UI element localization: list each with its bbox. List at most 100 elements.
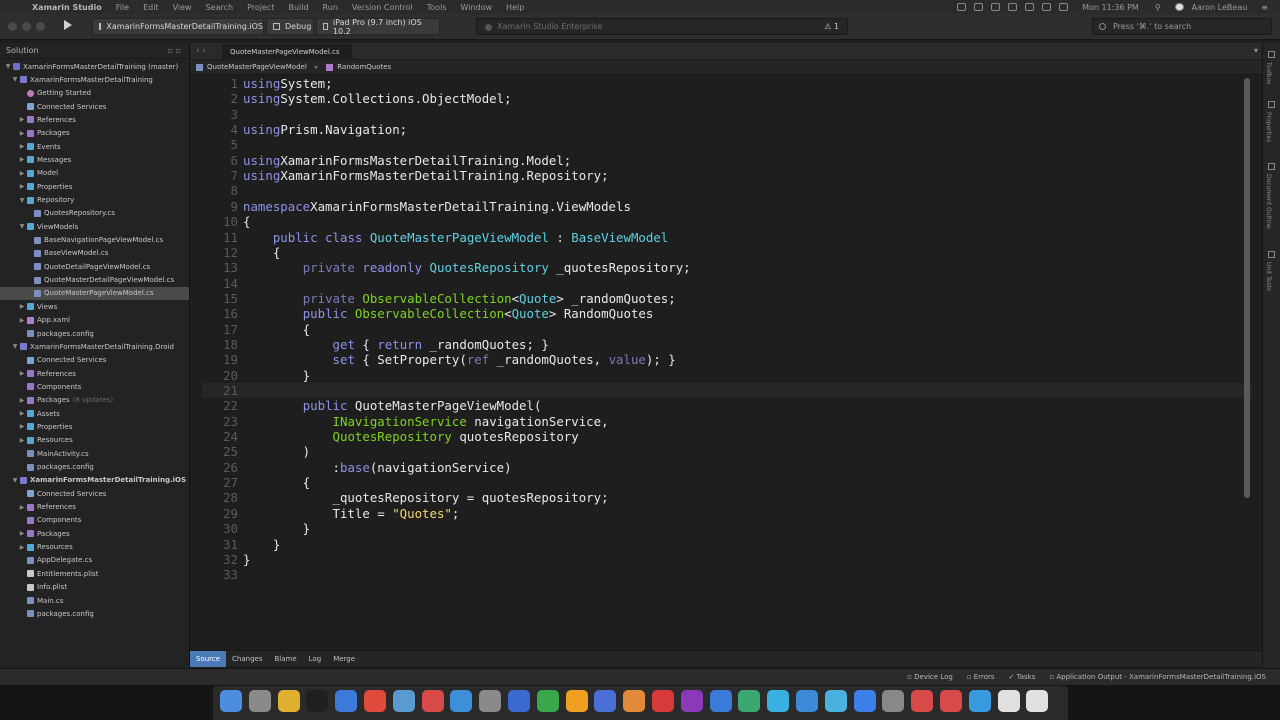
dock-app-icon[interactable] (796, 690, 818, 712)
code-line[interactable]: { (243, 245, 280, 260)
menu-edit[interactable]: Edit (143, 3, 159, 12)
tree-node[interactable]: packages.config (0, 327, 189, 340)
pad-icon[interactable] (1268, 163, 1275, 170)
collapsed-arrow-icon[interactable]: ▶ (18, 504, 26, 511)
pad-options-icon[interactable]: ▫ ▫ (168, 46, 181, 55)
code-line[interactable]: QuotesRepository quotesRepository (243, 429, 579, 444)
code-line[interactable]: public class QuoteMasterPageViewModel : … (243, 230, 668, 245)
collapsed-arrow-icon[interactable]: ▶ (18, 530, 26, 537)
tab-log[interactable]: Log (303, 651, 328, 667)
tree-node[interactable]: QuoteMasterPageViewModel.cs (0, 286, 189, 300)
tree-node[interactable]: ▶ Properties (0, 420, 189, 433)
tab-merge[interactable]: Merge (327, 651, 361, 667)
menu-help[interactable]: Help (506, 3, 524, 12)
code-line[interactable]: INavigationService navigationService, (243, 414, 609, 429)
tree-node[interactable]: ▼ ViewModels (0, 220, 189, 233)
tree-node[interactable]: QuotesRepository.cs (0, 207, 189, 220)
project-selector[interactable]: XamarinFormsMasterDetailTraining.iOS (92, 18, 264, 35)
tree-node[interactable]: packages.config (0, 461, 189, 474)
code-line[interactable]: } (243, 552, 250, 567)
collapsed-arrow-icon[interactable]: ▶ (18, 170, 26, 177)
dock-app-icon[interactable] (997, 690, 1020, 712)
code-line[interactable]: usingXamarinFormsMasterDetailTraining.Mo… (243, 153, 571, 168)
tree-node[interactable]: Getting Started (0, 87, 189, 100)
dock-app-icon[interactable] (392, 690, 415, 712)
dock-app-icon[interactable] (364, 690, 386, 712)
menu-tools[interactable]: Tools (427, 3, 447, 12)
pad-icon[interactable] (1268, 101, 1275, 108)
tree-node[interactable]: ▼ XamarinFormsMasterDetailTraining (maste… (0, 60, 189, 73)
dock-app-icon[interactable] (277, 690, 300, 712)
expanded-arrow-icon[interactable]: ▼ (18, 223, 26, 230)
tree-node[interactable]: Entitlements.plist (0, 567, 189, 580)
tree-node[interactable]: ▶ Packages (0, 527, 189, 540)
tree-node[interactable]: QuoteDetailPageViewModel.cs (0, 260, 189, 273)
dock-app-icon[interactable] (220, 690, 242, 712)
code-line[interactable]: :base(navigationService) (243, 460, 512, 475)
app-menu[interactable]: Xamarin Studio (32, 3, 102, 12)
configuration-selector[interactable]: Debug (266, 18, 314, 35)
collapsed-arrow-icon[interactable]: ▶ (18, 116, 26, 123)
code-editor[interactable]: 1 usingSystem; 2 usingSystem.Collections.Ob… (190, 75, 1252, 648)
tree-node[interactable]: BaseNavigationPageViewModel.cs (0, 234, 189, 247)
dock-app-icon[interactable] (248, 690, 271, 712)
flag-icon[interactable] (1042, 3, 1052, 11)
menu-view[interactable]: View (173, 3, 192, 12)
code-line[interactable]: usingSystem.Collections.ObjectModel; (243, 91, 512, 106)
expanded-arrow-icon[interactable]: ▼ (11, 477, 19, 484)
tree-node[interactable]: Info.plist (0, 581, 189, 594)
code-line[interactable]: usingXamarinFormsMasterDetailTraining.Re… (243, 168, 609, 183)
battery-icon[interactable] (1059, 3, 1069, 11)
dock-app-icon[interactable] (968, 690, 991, 712)
tree-node[interactable]: ▼ XamarinFormsMasterDetailTraining.Droid (0, 340, 189, 353)
tree-node[interactable]: ▼ XamarinFormsMasterDetailTraining (0, 73, 189, 86)
collapsed-arrow-icon[interactable]: ▶ (18, 130, 26, 137)
breadcrumb-class[interactable]: QuoteMasterPageViewModel (207, 63, 307, 71)
tree-node[interactable]: ▶ Packages (8 updates) (0, 394, 189, 407)
collapsed-arrow-icon[interactable]: ▶ (18, 544, 26, 551)
code-line[interactable]: set { SetProperty(ref _randomQuotes, val… (243, 352, 676, 367)
code-line[interactable]: ) (243, 444, 310, 459)
dock-app-icon[interactable] (882, 690, 905, 712)
tree-node[interactable]: Main.cs (0, 594, 189, 607)
tree-node[interactable]: AppDelegate.cs (0, 554, 189, 567)
dock-app-icon[interactable] (565, 690, 588, 712)
code-line[interactable]: } (243, 368, 310, 383)
code-line[interactable]: public ObservableCollection<Quote> Rando… (243, 306, 654, 321)
dock-app-icon[interactable] (767, 690, 790, 712)
tree-node[interactable]: QuoteMasterDetailPageViewModel.cs (0, 274, 189, 287)
tree-node[interactable]: packages.config (0, 607, 189, 620)
dock-app-icon[interactable] (421, 690, 444, 712)
tree-node[interactable]: ▶ Resources (0, 434, 189, 447)
tabs-dropdown-icon[interactable]: ▾ (1254, 46, 1258, 55)
tree-node[interactable]: Connected Services (0, 487, 189, 500)
collapsed-arrow-icon[interactable]: ▶ (18, 183, 26, 190)
code-line[interactable]: { (243, 214, 250, 229)
breadcrumb-member[interactable]: RandomQuotes (337, 63, 391, 71)
wifi-icon[interactable] (1025, 3, 1035, 11)
dock-app-icon[interactable] (709, 690, 732, 712)
menu-file[interactable]: File (116, 3, 129, 12)
tree-node[interactable]: MainActivity.cs (0, 447, 189, 460)
tab-quotemasterpageviewmodel[interactable]: QuoteMasterPageViewModel.cs (222, 44, 352, 60)
code-line[interactable]: { (243, 475, 310, 490)
tree-node[interactable]: ▶ References (0, 113, 189, 126)
expanded-arrow-icon[interactable]: ▼ (18, 197, 26, 204)
volume-icon[interactable] (1008, 3, 1018, 11)
menu-list-icon[interactable]: ≡ (1261, 3, 1268, 12)
code-line[interactable]: usingPrism.Navigation; (243, 122, 407, 137)
record-icon[interactable] (974, 3, 984, 11)
menu-window[interactable]: Window (461, 3, 493, 12)
tree-node[interactable]: Connected Services (0, 100, 189, 113)
collapsed-arrow-icon[interactable]: ▶ (18, 410, 26, 417)
code-line[interactable]: private ObservableCollection<Quote> _ran… (243, 291, 676, 306)
warning-badge[interactable]: ⚠ 1 (824, 22, 839, 31)
dock-app-icon[interactable] (738, 690, 761, 712)
dock-app-icon[interactable] (623, 690, 646, 712)
collapsed-arrow-icon[interactable]: ▶ (18, 423, 26, 430)
expanded-arrow-icon[interactable]: ▼ (11, 343, 19, 350)
pad-toggle-toolbox[interactable]: Toolbox (1265, 62, 1272, 85)
expanded-arrow-icon[interactable]: ▼ (11, 76, 19, 83)
status-pad-3[interactable]: ▫ Application Output - XamarinFormsMaste… (1049, 673, 1266, 681)
code-line[interactable]: namespaceXamarinFormsMasterDetailTrainin… (243, 199, 631, 214)
